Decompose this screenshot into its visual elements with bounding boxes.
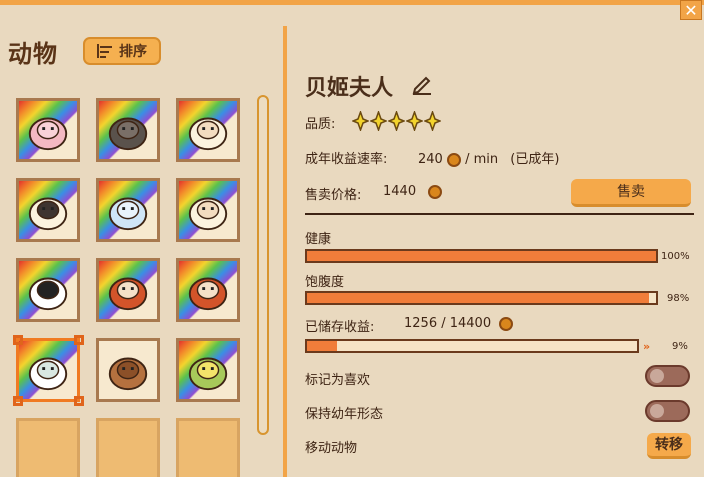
coin-icon <box>446 152 461 167</box>
move-button[interactable]: 转移 <box>647 433 691 459</box>
price-label: 售卖价格: <box>305 188 362 203</box>
animal-slot[interactable] <box>16 98 80 162</box>
red-panda-2-icon <box>185 267 231 313</box>
health-bar <box>305 249 658 263</box>
fullness-bar-fill <box>307 293 650 303</box>
animal-slot[interactable] <box>16 178 80 242</box>
black-face-sheep-icon <box>25 187 71 233</box>
quality-label: 品质: <box>305 117 336 132</box>
animal-slot[interactable] <box>16 338 80 402</box>
empty-slot[interactable] <box>176 418 240 477</box>
health-label: 健康 <box>305 232 332 247</box>
fullness-bar <box>305 291 658 305</box>
animal-slot[interactable] <box>96 338 160 402</box>
quality-stars <box>352 111 441 131</box>
stored-label: 已储存收益: <box>305 320 375 335</box>
panel-divider <box>283 26 287 477</box>
empty-slot[interactable] <box>96 418 160 477</box>
stored-value: 1256 / 14400 <box>404 316 492 331</box>
star-icon <box>406 111 423 131</box>
star-icon <box>424 111 441 131</box>
star-icon <box>370 111 387 131</box>
price-value: 1440 <box>383 184 417 199</box>
selection-corner <box>13 335 23 345</box>
sort-icon <box>97 44 112 58</box>
favorite-label: 标记为喜欢 <box>305 373 371 388</box>
white-cat-icon <box>25 347 71 393</box>
white-sheep-icon <box>185 107 231 153</box>
animal-slot[interactable] <box>96 178 160 242</box>
coin-icon <box>428 184 443 199</box>
animal-slot[interactable] <box>96 258 160 322</box>
panda-icon <box>25 267 71 313</box>
blue-sheep-icon <box>105 187 151 233</box>
income-row: 240 / min (已成年) <box>418 148 559 167</box>
income-status: (已成年) <box>510 152 560 167</box>
animal-slot[interactable] <box>176 98 240 162</box>
health-bar-fill <box>307 251 656 261</box>
top-accent-bar <box>0 0 704 5</box>
red-panda-icon <box>105 267 151 313</box>
fullness-pct: 98% <box>667 293 690 304</box>
income-unit: / min <box>465 152 499 167</box>
section-divider <box>305 213 694 215</box>
stored-pct: 9% <box>672 341 688 352</box>
animal-name: 贝姬夫人 <box>305 76 394 101</box>
keep-young-label: 保持幼年形态 <box>305 407 384 422</box>
coin-icon <box>499 316 514 331</box>
animal-slot[interactable] <box>176 258 240 322</box>
price-row: 1440 <box>383 184 443 199</box>
income-label: 成年收益速率: <box>305 152 388 167</box>
health-pct: 100% <box>661 251 690 262</box>
favorite-toggle[interactable] <box>645 365 690 387</box>
panel-title: 动物 <box>8 40 58 68</box>
empty-slot[interactable] <box>16 418 80 477</box>
selection-corner <box>13 396 23 406</box>
animal-slot[interactable] <box>16 258 80 322</box>
stored-bar <box>305 339 639 353</box>
animal-slot[interactable] <box>176 178 240 242</box>
sell-button[interactable]: 售卖 <box>571 179 691 207</box>
parakeet-icon <box>185 347 231 393</box>
animal-slot[interactable] <box>176 338 240 402</box>
scrollbar[interactable] <box>257 95 269 435</box>
sort-label: 排序 <box>119 44 147 60</box>
fullness-label: 饱腹度 <box>305 275 345 290</box>
pink-sheep-icon <box>25 107 71 153</box>
capybara-icon <box>105 347 151 393</box>
edit-icon[interactable] <box>411 73 433 95</box>
selection-corner <box>74 396 84 406</box>
sort-button[interactable]: 排序 <box>83 37 161 65</box>
move-label: 移动动物 <box>305 441 358 456</box>
stored-bar-fill <box>307 341 337 351</box>
close-button[interactable]: ✕ <box>680 0 702 20</box>
animal-slot[interactable] <box>96 98 160 162</box>
stored-row: 1256 / 14400 <box>404 316 514 331</box>
black-sheep-icon <box>105 107 151 153</box>
cream-sheep-icon <box>185 187 231 233</box>
star-icon <box>388 111 405 131</box>
income-value: 240 <box>418 152 443 167</box>
star-icon <box>352 111 369 131</box>
keep-young-toggle[interactable] <box>645 400 690 422</box>
selection-corner <box>74 335 84 345</box>
collect-arrow-icon[interactable]: » <box>643 340 650 353</box>
